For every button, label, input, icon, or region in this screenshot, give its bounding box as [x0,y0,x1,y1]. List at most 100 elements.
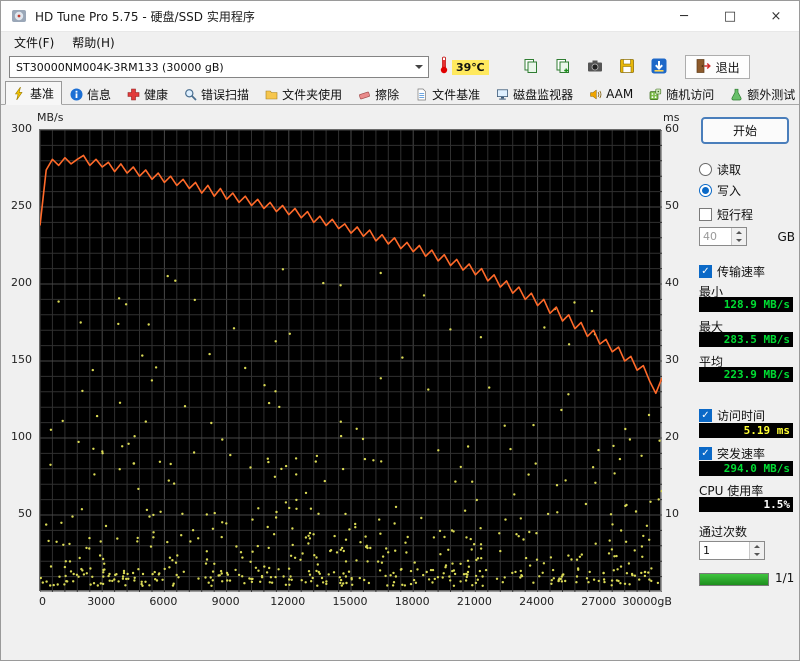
x-axis-tick: 15000 [332,595,368,608]
titlebar: HD Tune Pro 5.75 - 硬盘/SSD 实用程序 ─ □ × [1,1,799,32]
disk-monitor-icon [496,88,509,101]
stroke-up-icon[interactable] [732,228,746,237]
window-controls: ─ □ × [661,1,799,31]
download-button[interactable] [647,55,671,79]
x-axis-tick: 0 [39,595,46,608]
y-left-tick: 50 [18,507,32,520]
save-button[interactable] [615,55,639,79]
menu-item-1[interactable]: 帮助(H) [63,32,123,53]
access-time-checkbox[interactable]: ✓ [699,409,712,422]
hd-tune-window: HD Tune Pro 5.75 - 硬盘/SSD 实用程序 ─ □ × 文件(… [0,0,800,661]
tab-label: 擦除 [375,87,400,102]
avg-value: 223.9 MB/s [699,367,793,382]
stroke-down-icon[interactable] [732,236,746,245]
tab-speaker[interactable]: AAM [581,83,641,104]
exit-button[interactable]: 退出 [684,55,750,79]
transfer-rate-checkbox[interactable]: ✓ [699,265,712,278]
stroke-size-row: GB [699,227,795,246]
file-benchmark-icon [415,88,428,101]
chart-area: MB/s ms 300 250 200 150 100 50 60 50 40 30 20 10 0… [1,105,691,660]
transfer-rate-row[interactable]: ✓ 传输速率 [699,263,795,280]
pass-up-icon[interactable] [750,542,764,551]
temperature-indicator: 39℃ [439,56,489,78]
progress-label: 1/1 [775,571,795,585]
x-axis-tick: 30000gB [622,595,672,608]
benchmark-plot [39,129,662,592]
stroke-unit-label: GB [777,229,795,244]
pass-count-input[interactable] [700,542,749,559]
stroke-size-stepper[interactable] [699,227,747,246]
y-left-tick: 150 [11,353,32,366]
erase-icon [358,88,371,101]
copy-button[interactable] [519,55,543,79]
tab-info[interactable]: 信息 [62,83,119,104]
x-axis-tick: 3000 [87,595,116,608]
start-button[interactable]: 开始 [701,117,789,144]
tab-benchmark[interactable]: 基准 [5,81,63,105]
save-icon [619,58,635,77]
x-axis: 0 3000 6000 9000 12000 15000 18000 21000 24000 27… [39,595,672,609]
chevron-down-icon[interactable] [410,57,428,77]
close-button[interactable]: × [753,1,799,31]
progress-bar-fill [700,574,768,585]
maximize-button[interactable]: □ [707,1,753,31]
copy-add-button[interactable] [551,55,575,79]
toolbar-buttons [519,55,671,79]
access-time-row[interactable]: ✓ 访问时间 [699,407,795,424]
access-time-label: 访问时间 [717,409,766,423]
tab-file-benchmark[interactable]: 文件基准 [407,83,488,104]
folder-icon [265,88,278,101]
burst-rate-checkbox[interactable]: ✓ [699,447,712,460]
write-radio[interactable] [699,184,712,197]
camera-button[interactable] [583,55,607,79]
menu-item-0[interactable]: 文件(F) [5,32,63,53]
stroke-size-input[interactable] [700,228,731,245]
side-panel: 开始 读取 写入 短行程 GB ✓ 传输速率 [691,105,799,660]
tab-label: 基准 [30,86,55,101]
tabbar: 基准 信息 健康 错误扫描 文件夹使用 擦除 文件基准 磁盘监视器 AAM 随机访问 额外测试 [1,81,799,105]
write-label: 写入 [717,184,742,198]
short-stroke-label: 短行程 [717,208,754,222]
tab-label: 随机访问 [666,87,715,102]
pass-down-icon[interactable] [750,550,764,559]
min-value: 128.9 MB/s [699,297,793,312]
burst-rate-row[interactable]: ✓ 突发速率 [699,445,795,462]
tab-label: 错误扫描 [201,87,250,102]
flask-icon [730,88,743,101]
tab-folder[interactable]: 文件夹使用 [257,83,350,104]
tab-error-scan[interactable]: 错误扫描 [176,83,257,104]
tab-label: 文件基准 [432,87,481,102]
tab-label: 额外测试 [747,87,796,102]
tab-flask[interactable]: 额外测试 [722,83,799,104]
y-right-tick: 30 [665,353,679,366]
window-title: HD Tune Pro 5.75 - 硬盘/SSD 实用程序 [35,9,255,24]
short-stroke-checkbox[interactable] [699,208,712,221]
x-axis-tick: 12000 [270,595,306,608]
y-right-tick: 40 [665,276,679,289]
x-axis-tick: 18000 [394,595,430,608]
tab-disk-monitor[interactable]: 磁盘监视器 [488,83,581,104]
tab-health[interactable]: 健康 [119,83,176,104]
y-right-tick: 50 [665,199,679,212]
tab-label: 信息 [87,87,112,102]
y-axis-right: 60 50 40 30 20 10 [665,122,691,591]
read-radio-row[interactable]: 读取 [699,161,795,178]
y-left-tick: 200 [11,276,32,289]
y-left-tick: 300 [11,122,32,135]
tab-label: 健康 [144,87,169,102]
tab-dice[interactable]: 随机访问 [641,83,722,104]
minimize-button[interactable]: ─ [661,1,707,31]
info-icon [70,88,83,101]
tab-erase[interactable]: 擦除 [350,83,407,104]
toolbar: ST30000NM004K-3RM133 (30000 gB) 39℃ 退出 [1,53,799,81]
access-time-value: 5.19 ms [699,423,793,438]
pass-count-row [699,541,795,560]
y-left-tick: 100 [11,430,32,443]
write-radio-row[interactable]: 写入 [699,182,795,199]
progress-bar [699,573,769,586]
short-stroke-row[interactable]: 短行程 [699,206,795,223]
pass-count-stepper[interactable] [699,541,765,560]
read-radio[interactable] [699,163,712,176]
drive-select[interactable]: ST30000NM004K-3RM133 (30000 gB) [9,56,429,78]
y-axis-left: 300 250 200 150 100 50 [1,122,35,591]
